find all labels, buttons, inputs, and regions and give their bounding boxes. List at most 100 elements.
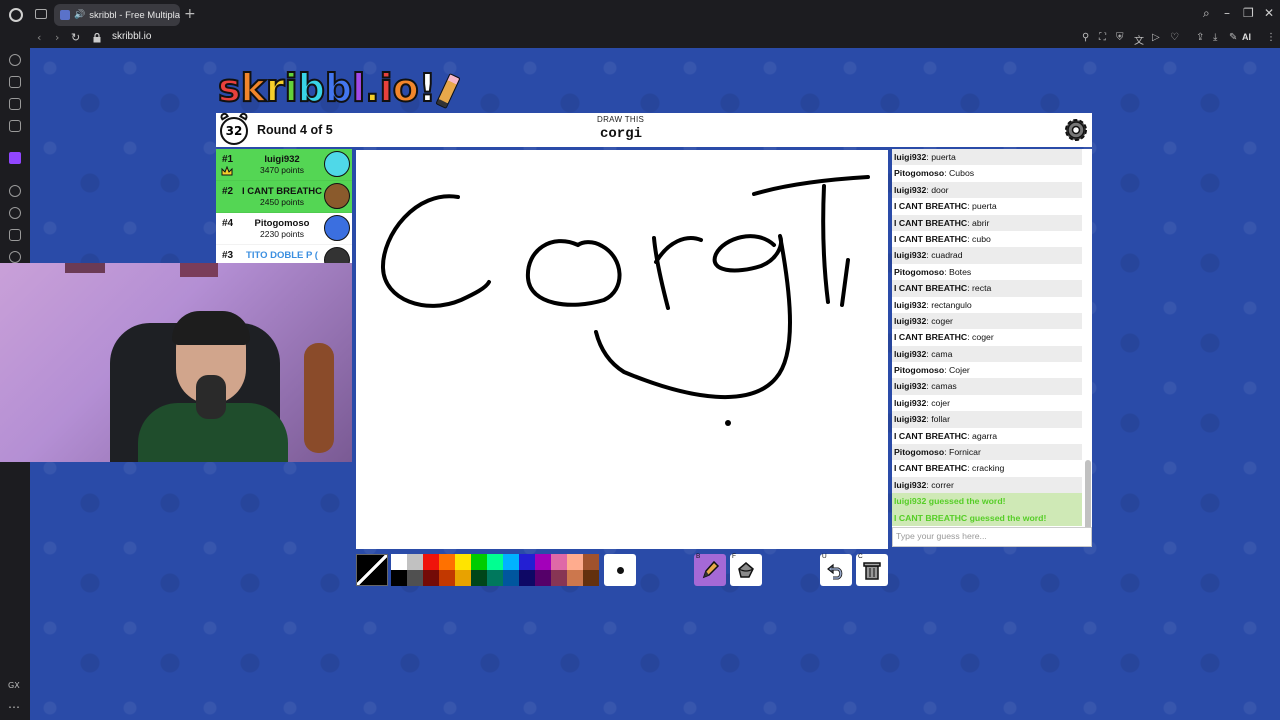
color-swatch[interactable] — [583, 554, 599, 570]
minimize-icon[interactable]: – — [1224, 6, 1230, 20]
settings-icon[interactable] — [9, 251, 21, 263]
chat-text: coger — [931, 315, 953, 326]
share-icon[interactable]: ⇪ — [1196, 32, 1204, 43]
color-swatch[interactable] — [423, 570, 439, 586]
heart-icon[interactable]: ♡ — [1170, 32, 1179, 43]
color-swatch[interactable] — [519, 554, 535, 570]
chat-message: I CANT BREATHC: cubo — [894, 233, 991, 244]
color-swatch[interactable] — [471, 554, 487, 570]
snapshot-icon[interactable]: ⛶ — [1099, 32, 1106, 43]
draw-this-label: DRAW THIS — [597, 115, 645, 124]
close-window-icon[interactable]: ✕ — [1264, 6, 1274, 20]
chat-author: luigi932 — [894, 152, 927, 162]
pin-icon[interactable]: ⚲ — [1082, 32, 1089, 43]
chat-message: I CANT BREATHC: cracking — [894, 463, 1005, 474]
skribbl-favicon-icon — [60, 10, 70, 20]
opera-menu-icon[interactable] — [9, 8, 23, 22]
forward-icon[interactable]: › — [55, 31, 59, 44]
chat-message: I CANT BREATHC: agarra — [894, 430, 998, 441]
reload-icon[interactable]: ↻ — [71, 31, 80, 44]
history-icon[interactable] — [9, 207, 21, 219]
url-field[interactable]: skribbl.io — [112, 31, 151, 42]
speed-dial-icon[interactable] — [9, 54, 21, 66]
color-swatch[interactable] — [567, 570, 583, 586]
restore-icon[interactable]: ❐ — [1243, 6, 1254, 20]
back-icon[interactable]: ‹ — [37, 31, 41, 44]
logo-letter: b — [297, 66, 326, 110]
brush-tool-button[interactable]: B — [694, 553, 726, 586]
pen-icon[interactable]: ✎ — [1229, 32, 1237, 43]
aria-ai-button[interactable]: AI — [1242, 32, 1251, 42]
player-row[interactable]: #3TITO DOBLE P (2000 points — [216, 245, 352, 265]
color-swatch[interactable] — [439, 570, 455, 586]
chat-message: luigi932: correr — [892, 476, 1082, 494]
color-swatch[interactable] — [535, 554, 551, 570]
messenger-icon[interactable] — [9, 120, 21, 132]
extensions-icon[interactable] — [9, 229, 21, 241]
color-swatch[interactable] — [407, 570, 423, 586]
download-icon[interactable]: ⤓ — [1213, 32, 1217, 43]
chat-author: I CANT BREATHC — [894, 332, 968, 343]
color-swatch[interactable] — [487, 570, 503, 586]
guessed-notice: I CANT BREATHC guessed the word! — [892, 509, 1082, 526]
player-row[interactable]: #2 I CANT BREATHC 2450 points — [216, 181, 352, 213]
chat-scrollbar[interactable] — [1085, 151, 1091, 545]
player-row[interactable]: #4 Pitogomoso 2230 points — [216, 213, 352, 245]
wall-poster — [180, 263, 218, 277]
color-swatch[interactable] — [535, 570, 551, 586]
brush-size-button[interactable] — [604, 554, 636, 586]
chat-text: cubo — [972, 233, 991, 244]
chat-author: luigi932 — [894, 250, 927, 261]
address-bar: ‹ › ↻ skribbl.io ⚲ ⛶ ⛨ 文 ▷ ♡ ⇪ ⤓ ✎ AI ⋮ — [0, 30, 1280, 48]
sidebar-more-icon[interactable]: ⋯ — [8, 700, 20, 714]
chat-message: Pitogomoso: Fornicar — [892, 444, 1082, 461]
color-swatch[interactable] — [567, 554, 583, 570]
search-tabs-icon[interactable]: ⌕ — [1203, 6, 1210, 21]
color-swatch[interactable] — [407, 554, 423, 570]
color-swatch[interactable] — [391, 570, 407, 586]
color-swatch[interactable] — [551, 570, 567, 586]
new-tab-icon[interactable]: + — [184, 6, 196, 22]
guess-input[interactable]: Type your guess here... — [892, 527, 1092, 547]
translate-icon[interactable]: 文 — [1134, 32, 1144, 47]
gx-corner-icon[interactable] — [9, 98, 21, 110]
player-icon[interactable] — [9, 185, 21, 197]
more-icon[interactable]: ⋮ — [1266, 32, 1276, 43]
color-swatch[interactable] — [519, 570, 535, 586]
twitch-icon[interactable] — [9, 152, 21, 164]
chat-text: Cubos — [949, 168, 975, 179]
color-swatch[interactable] — [471, 570, 487, 586]
color-swatch[interactable] — [423, 554, 439, 570]
color-swatch[interactable] — [391, 554, 407, 570]
fill-tool-button[interactable]: F — [730, 553, 762, 586]
color-swatch[interactable] — [503, 570, 519, 586]
player-row[interactable]: #1 luigi932 3470 points — [216, 149, 352, 181]
chat-message: luigi932: cama — [892, 345, 1082, 363]
audio-playing-icon[interactable]: 🔊 — [74, 10, 85, 20]
chat-panel[interactable]: luigi932: puerta Pitogomoso: Cubos luigi93… — [892, 149, 1092, 547]
gear-icon[interactable] — [1062, 116, 1090, 144]
color-swatch[interactable] — [439, 554, 455, 570]
shield-icon[interactable]: ⛨ — [1116, 32, 1124, 43]
color-swatch[interactable] — [503, 554, 519, 570]
color-swatch[interactable] — [551, 554, 567, 570]
browser-tab-skribbl[interactable]: 🔊 skribbl - Free Multipla — [54, 4, 180, 26]
drawing-canvas[interactable] — [356, 150, 888, 549]
chat-text: Fornicar — [949, 447, 981, 458]
chat-message: Pitogomoso: Cojer — [894, 365, 970, 376]
crown-icon — [221, 166, 233, 176]
play-icon[interactable]: ▷ — [1152, 32, 1160, 43]
chat-message: luigi932: cuadrad — [892, 247, 1082, 264]
clear-button[interactable]: C — [856, 553, 888, 586]
color-swatch[interactable] — [455, 570, 471, 586]
chat-author: luigi932 — [894, 184, 927, 195]
gx-control-icon[interactable] — [9, 76, 21, 88]
chat-message: I CANT BREATHC: puerta — [894, 201, 997, 212]
color-swatch[interactable] — [583, 570, 599, 586]
tab-overview-icon[interactable] — [35, 9, 47, 19]
color-swatch[interactable] — [455, 554, 471, 570]
undo-button[interactable]: U — [820, 553, 852, 586]
chat-text: cama — [931, 348, 953, 359]
current-color-preview[interactable] — [356, 554, 388, 586]
color-swatch[interactable] — [487, 554, 503, 570]
